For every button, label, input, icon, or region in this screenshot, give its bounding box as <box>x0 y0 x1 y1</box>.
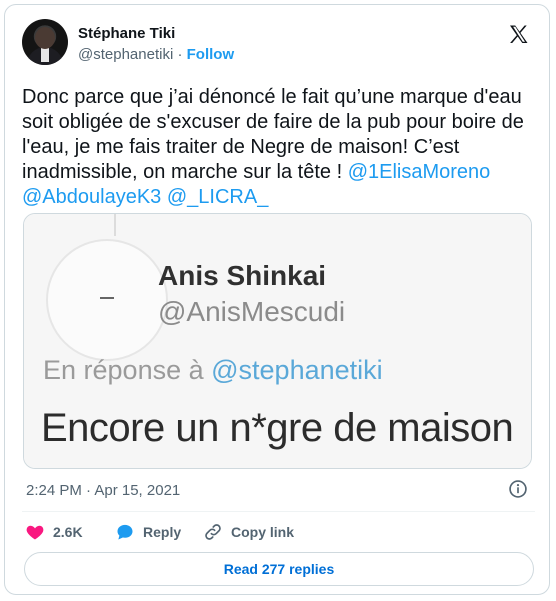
read-replies-button[interactable]: Read 277 replies <box>24 552 534 586</box>
screenshot-image: Anis Shinkai @AnisMescudi En réponse à @… <box>24 214 531 468</box>
author-name[interactable]: Stéphane Tiki <box>78 25 175 43</box>
like-count: 2.6K <box>53 524 83 540</box>
reply-mention: @stephanetiki <box>211 355 383 385</box>
author-avatar[interactable] <box>22 19 68 65</box>
reply-button[interactable]: Reply <box>115 520 181 544</box>
mention-link[interactable]: @_LICRA_ <box>167 186 268 208</box>
mention-link[interactable]: @AbdoulayeK3 <box>22 186 161 208</box>
like-button[interactable]: 2.6K <box>25 520 83 544</box>
avatar-placeholder-mark <box>100 297 114 299</box>
reply-bubble-icon <box>117 524 133 540</box>
avatar-face <box>35 27 55 49</box>
copy-link-button[interactable]: Copy link <box>203 520 294 544</box>
copy-link-label: Copy link <box>231 524 295 540</box>
tweet-header: Stéphane Tiki @stephanetiki · Follow <box>22 19 537 65</box>
quoted-author-name: Anis Shinkai <box>158 260 327 291</box>
quoted-author-handle: @AnisMescudi <box>158 296 346 327</box>
author-handle[interactable]: @stephanetiki <box>78 46 173 63</box>
follow-button[interactable]: Follow <box>187 46 235 63</box>
heart-icon <box>26 525 44 540</box>
info-icon[interactable] <box>508 479 528 499</box>
reply-label: Reply <box>143 524 182 540</box>
quoted-avatar <box>46 239 168 361</box>
divider <box>22 511 535 512</box>
quoted-reply-context: En réponse à @stephanetiki <box>43 355 383 386</box>
tweet-timestamp[interactable]: 2:24 PM · Apr 15, 2021 <box>26 482 180 499</box>
x-logo-icon[interactable] <box>507 23 531 47</box>
tweet-actions: 2.6K Reply Copy link <box>25 520 540 544</box>
attached-image[interactable]: Anis Shinkai @AnisMescudi En réponse à @… <box>23 213 532 469</box>
handle-separator: · <box>177 46 183 63</box>
tweet-text: Donc parce que j’ai dénoncé le fait qu’u… <box>22 85 537 210</box>
link-icon <box>205 524 221 540</box>
tweet-card: Stéphane Tiki @stephanetiki · Follow Don… <box>4 4 550 595</box>
avatar-shirt <box>41 48 49 62</box>
reply-prefix: En réponse à <box>43 355 212 385</box>
quoted-body: Encore un n*gre de maison <box>41 406 514 450</box>
author-handle-row: @stephanetiki · Follow <box>78 46 234 64</box>
thread-line <box>114 214 116 236</box>
mention-link[interactable]: @1ElisaMoreno <box>348 161 491 183</box>
